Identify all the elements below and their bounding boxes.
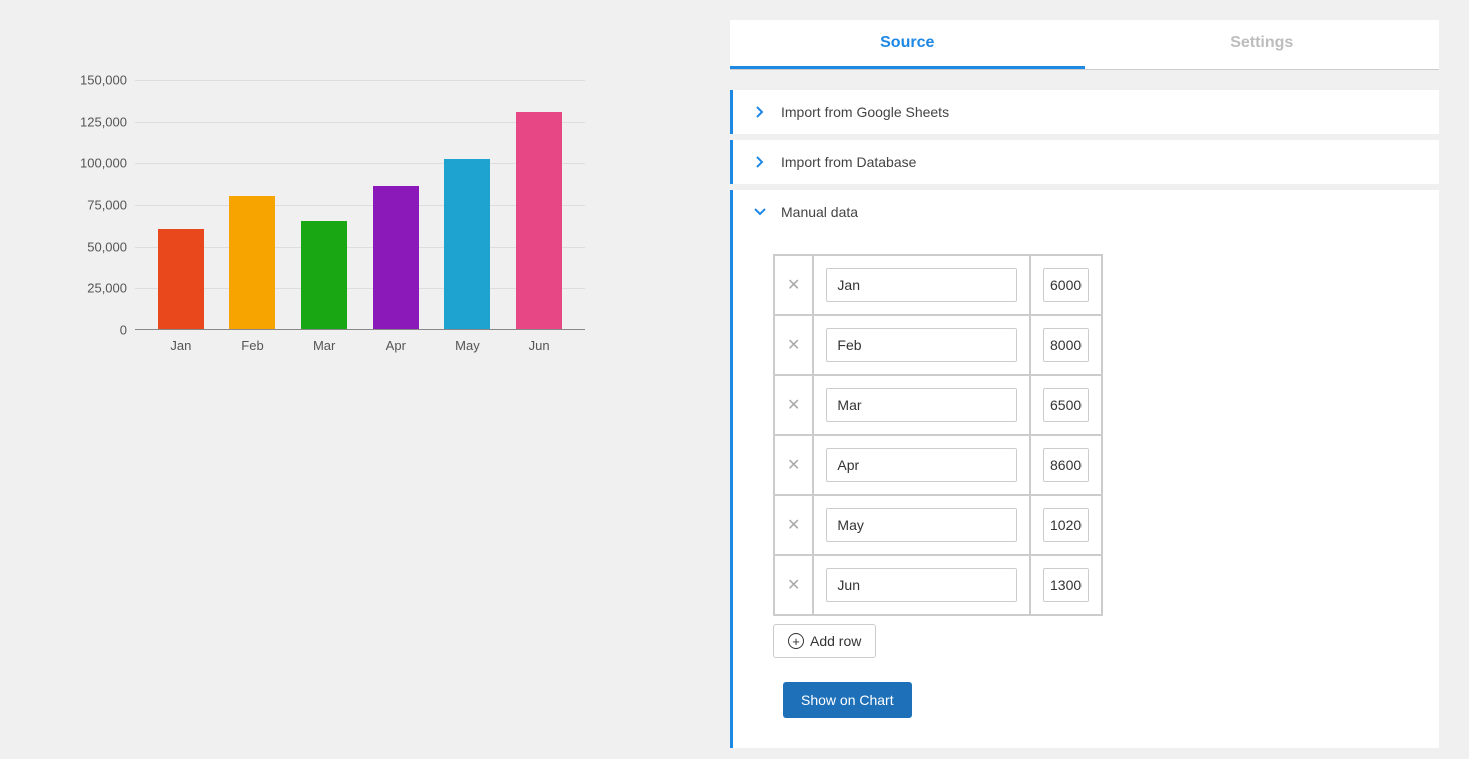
manual-data-table: ✕ ✕ ✕ ✕ ✕ ✕ (773, 254, 1103, 616)
table-row: ✕ (774, 315, 1102, 375)
x-axis-labels: Jan Feb Mar Apr May Jun (135, 338, 585, 353)
value-cell (1030, 555, 1102, 615)
value-input[interactable] (1043, 328, 1089, 362)
bar (229, 196, 275, 329)
x-tick-label: Apr (373, 338, 419, 353)
bar (373, 186, 419, 329)
y-tick-label: 50,000 (60, 239, 127, 254)
x-tick-label: Jun (516, 338, 562, 353)
table-row: ✕ (774, 255, 1102, 315)
plus-circle-icon: + (788, 633, 804, 649)
accordion-import-db: Import from Database (730, 140, 1439, 184)
y-tick-label: 0 (60, 323, 127, 338)
delete-cell: ✕ (774, 255, 813, 315)
label-cell (813, 255, 1030, 315)
x-tick-label: May (444, 338, 490, 353)
x-tick-label: Jan (158, 338, 204, 353)
label-cell (813, 375, 1030, 435)
manual-data-body: ✕ ✕ ✕ ✕ ✕ ✕ + Add row Show on Chart (733, 234, 1439, 748)
category-input[interactable] (826, 268, 1017, 302)
value-cell (1030, 495, 1102, 555)
label-cell (813, 435, 1030, 495)
delete-row-button[interactable]: ✕ (787, 455, 800, 475)
delete-row-button[interactable]: ✕ (787, 275, 800, 295)
category-input[interactable] (826, 328, 1017, 362)
delete-cell: ✕ (774, 495, 813, 555)
chart-panel: 0 25,000 50,000 75,000 100,000 125,000 150,000… (0, 0, 730, 759)
bar (301, 221, 347, 329)
label-cell (813, 315, 1030, 375)
accordion-header-db[interactable]: Import from Database (733, 140, 1439, 184)
accordion-import-sheets: Import from Google Sheets (730, 90, 1439, 134)
label-cell (813, 495, 1030, 555)
tab-settings[interactable]: Settings (1085, 20, 1440, 69)
config-tabs: Source Settings (730, 20, 1439, 70)
chevron-down-icon (753, 205, 767, 219)
bars-group (135, 80, 585, 329)
x-tick-label: Feb (229, 338, 275, 353)
value-input[interactable] (1043, 388, 1089, 422)
value-cell (1030, 375, 1102, 435)
accordion-header-sheets[interactable]: Import from Google Sheets (733, 90, 1439, 134)
add-row-button[interactable]: + Add row (773, 624, 876, 658)
config-panel: Source Settings Import from Google Sheet… (730, 0, 1469, 759)
y-tick-label: 75,000 (60, 198, 127, 213)
add-row-label: Add row (810, 633, 861, 649)
y-tick-label: 100,000 (60, 156, 127, 171)
value-input[interactable] (1043, 568, 1089, 602)
category-input[interactable] (826, 388, 1017, 422)
category-input[interactable] (826, 568, 1017, 602)
delete-row-button[interactable]: ✕ (787, 575, 800, 595)
delete-cell: ✕ (774, 375, 813, 435)
show-on-chart-button[interactable]: Show on Chart (783, 682, 912, 718)
value-input[interactable] (1043, 448, 1089, 482)
table-row: ✕ (774, 495, 1102, 555)
accordion-label: Manual data (781, 204, 858, 220)
y-tick-label: 125,000 (60, 114, 127, 129)
bar (158, 229, 204, 329)
delete-row-button[interactable]: ✕ (787, 515, 800, 535)
chevron-right-icon (753, 155, 767, 169)
label-cell (813, 555, 1030, 615)
bar-chart: 025,00050,00075,000100,000125,000150,000… (60, 80, 590, 370)
table-row: ✕ (774, 435, 1102, 495)
accordion-manual-data: Manual data ✕ ✕ ✕ ✕ ✕ ✕ + Add row Show on Cha… (730, 190, 1439, 748)
y-axis: 025,00050,00075,000100,000125,000150,000 (60, 80, 135, 330)
value-cell (1030, 255, 1102, 315)
delete-cell: ✕ (774, 555, 813, 615)
value-input[interactable] (1043, 508, 1089, 542)
category-input[interactable] (826, 508, 1017, 542)
table-row: ✕ (774, 375, 1102, 435)
table-row: ✕ (774, 555, 1102, 615)
accordion-header-manual[interactable]: Manual data (733, 190, 1439, 234)
y-tick-label: 150,000 (60, 73, 127, 88)
chevron-right-icon (753, 105, 767, 119)
plot-area (135, 80, 585, 330)
accordion-label: Import from Database (781, 154, 916, 170)
x-tick-label: Mar (301, 338, 347, 353)
delete-row-button[interactable]: ✕ (787, 335, 800, 355)
bar (516, 112, 562, 329)
value-input[interactable] (1043, 268, 1089, 302)
accordion-label: Import from Google Sheets (781, 104, 949, 120)
value-cell (1030, 315, 1102, 375)
source-accordion: Import from Google Sheets Import from Da… (730, 90, 1439, 748)
delete-cell: ✕ (774, 315, 813, 375)
category-input[interactable] (826, 448, 1017, 482)
tab-source[interactable]: Source (730, 20, 1085, 69)
value-cell (1030, 435, 1102, 495)
y-tick-label: 25,000 (60, 281, 127, 296)
delete-cell: ✕ (774, 435, 813, 495)
delete-row-button[interactable]: ✕ (787, 395, 800, 415)
bar (444, 159, 490, 329)
